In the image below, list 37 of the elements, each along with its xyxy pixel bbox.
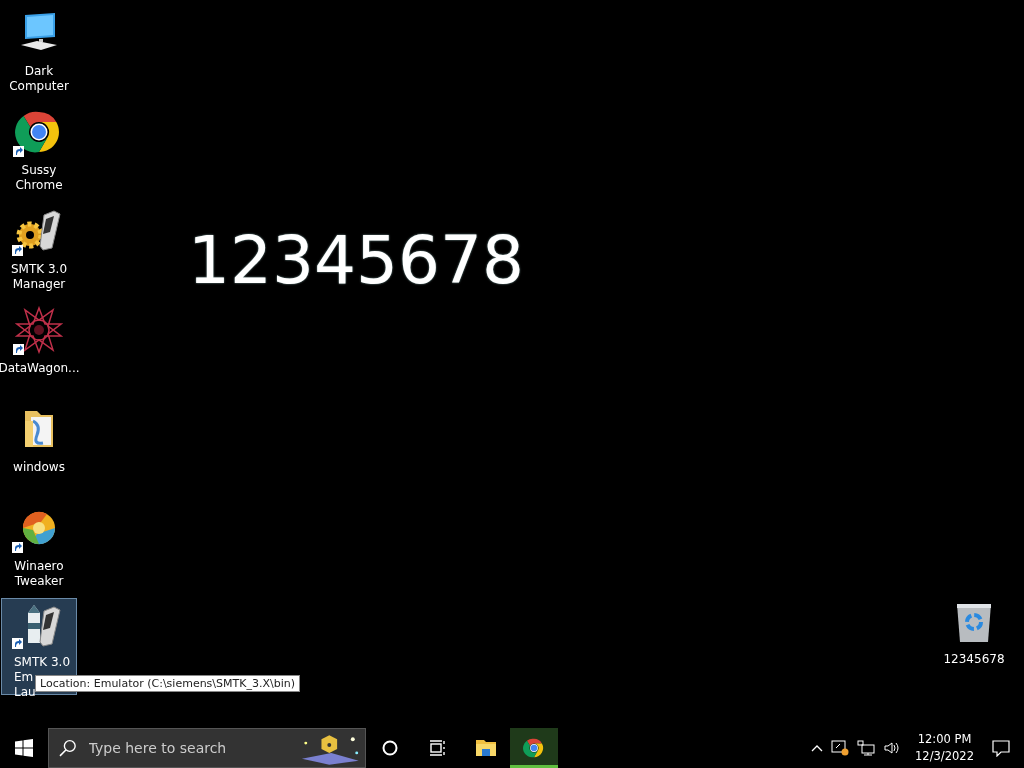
search-field[interactable]: Type here to search [86, 739, 287, 757]
desktop-icon[interactable]: Winaero Tweaker [1, 499, 77, 596]
star-emblem-icon [15, 306, 63, 354]
icon-label: Tweaker [14, 574, 64, 589]
monitor-alert-icon[interactable] [831, 740, 850, 756]
desktop-icon[interactable]: windows [1, 400, 77, 497]
desktop-icon[interactable]: DataWagon... [1, 301, 77, 398]
network-icon[interactable] [857, 740, 876, 756]
tooltip: Location: Emulator (C:\siemens\SMTK_3.X\bin) [35, 675, 300, 692]
clock[interactable]: 12:00 PM 12/3/2022 [909, 731, 984, 765]
chrome-icon [523, 736, 545, 759]
icon-label: DataWagon... [0, 361, 80, 376]
icon-label: Chrome [15, 178, 63, 193]
icon-label: Dark [23, 64, 55, 79]
icon-label: windows [13, 460, 65, 475]
task-view-icon [429, 739, 447, 756]
search-box[interactable]: Type here to search [48, 728, 366, 768]
circle-icon [382, 739, 398, 756]
folder-icon [475, 738, 497, 757]
icon-label: Sussy [20, 163, 58, 178]
desktop-icon[interactable]: Sussy Chrome [1, 103, 77, 200]
desktop-icon[interactable]: Dark Computer [1, 4, 77, 101]
speaker-icon[interactable] [883, 740, 902, 756]
windows-logo-icon [15, 739, 33, 757]
icon-label: Winaero [14, 559, 64, 574]
desktop-icon[interactable]: SMTK 3.0 Manager [1, 202, 77, 299]
icon-label: SMTK 3.0 [14, 655, 71, 670]
gear-and-phone-icon [14, 209, 64, 253]
icon-label: Manager [11, 277, 67, 292]
large-number-text: 12345678 [188, 222, 524, 299]
icon-label: 12345678 [943, 652, 1005, 666]
icon-label: Computer [9, 79, 69, 94]
icon-label: SMTK 3.0 [10, 262, 68, 277]
chevron-up-icon[interactable] [811, 744, 824, 752]
taskbar-button[interactable] [510, 728, 558, 768]
search-icon [59, 739, 77, 757]
notification-icon[interactable] [992, 739, 1010, 757]
